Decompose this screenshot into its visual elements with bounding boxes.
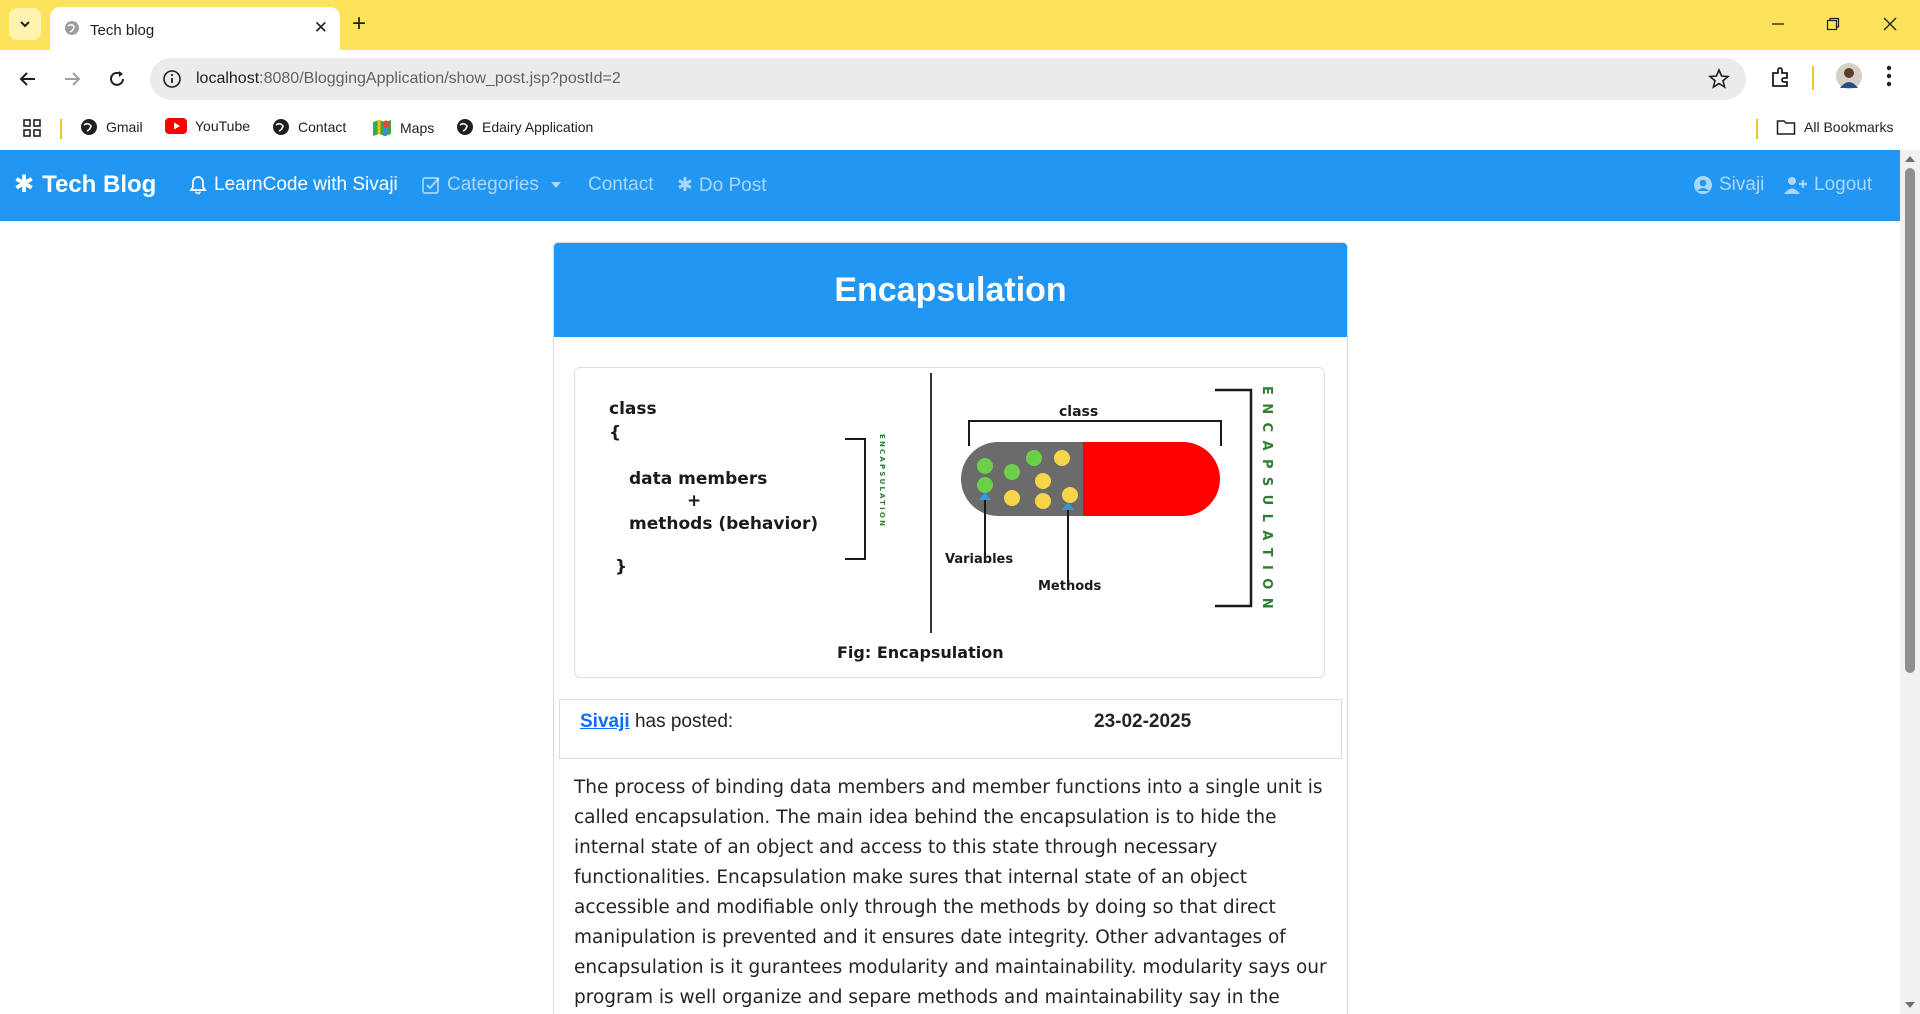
fig-code-line: + [687, 491, 701, 511]
bookmark-star-icon[interactable] [1707, 67, 1731, 95]
brand-label: Tech Blog [42, 170, 157, 198]
fig-methods-label: Methods [1038, 579, 1101, 594]
bookmark-gmail[interactable]: Gmail [80, 118, 143, 136]
all-bookmarks-label: All Bookmarks [1804, 119, 1894, 135]
globe-icon [64, 20, 80, 41]
bell-icon [189, 176, 207, 195]
fig-code-line: class [609, 399, 657, 419]
check-square-icon [422, 177, 440, 194]
nav-label: Categories [447, 174, 539, 195]
asterisk-icon: ✱ [14, 171, 35, 198]
nav-label: Contact [588, 174, 654, 195]
page-viewport: ✱ Tech Blog LearnCode with Sivaji Catego… [0, 150, 1920, 1014]
address-bar[interactable]: localhost:8080/BloggingApplication/show_… [150, 58, 1746, 100]
fig-code-line: } [615, 557, 627, 577]
nav-label: Logout [1814, 174, 1873, 195]
folder-icon [1776, 120, 1796, 135]
globe-icon [457, 119, 473, 135]
restore-icon[interactable] [1821, 12, 1845, 36]
bookmarks-divider [1756, 119, 1758, 139]
globe-icon [273, 119, 289, 135]
bookmark-edairy[interactable]: Edairy Application [456, 118, 593, 136]
fig-caption: Fig: Encapsulation [837, 643, 1004, 662]
close-window-icon[interactable] [1878, 12, 1902, 36]
chevron-down-icon [20, 21, 30, 28]
browser-tab-active[interactable]: Tech blog ✕ [50, 7, 340, 50]
bookmark-youtube[interactable]: YouTube [165, 118, 250, 134]
toolbar-divider [1812, 66, 1814, 90]
post-card: Encapsulation class { data members + met… [553, 242, 1348, 1014]
forward-icon[interactable] [58, 65, 86, 93]
user-plus-icon [1784, 177, 1807, 194]
fig-class-label: class [1059, 404, 1098, 420]
youtube-icon [165, 118, 187, 134]
tab-title: Tech blog [90, 22, 155, 39]
nav-contact[interactable]: Contact [588, 174, 653, 196]
user-circle-icon [1694, 176, 1712, 194]
posted-text: has posted: [634, 711, 734, 732]
site-info-icon[interactable] [162, 69, 182, 94]
browser-toolbar: localhost:8080/BloggingApplication/show_… [0, 50, 1920, 108]
site-navbar: ✱ Tech Blog LearnCode with Sivaji Catego… [0, 150, 1900, 221]
tab-search-button[interactable] [9, 8, 41, 40]
caret-down-icon [550, 182, 561, 188]
fig-code-line: { [609, 423, 621, 443]
post-content: The process of binding data members and … [574, 777, 1327, 1008]
post-date: 23-02-2025 [1094, 711, 1192, 732]
nav-user-profile[interactable]: Sivaji [1693, 174, 1764, 196]
reload-icon[interactable] [103, 65, 131, 93]
nav-do-post[interactable]: ✱ Do Post [677, 174, 767, 197]
bookmark-label: Edairy Application [482, 119, 594, 135]
author-link[interactable]: Sivaji [580, 711, 630, 732]
bookmark-maps[interactable]: Maps [372, 118, 434, 138]
url-text: localhost:8080/BloggingApplication/show_… [196, 70, 621, 88]
nav-label: Do Post [698, 174, 767, 196]
post-image: class { data members + methods (behavior… [574, 367, 1325, 678]
post-meta: Sivaji has posted: 23-02-2025 [559, 699, 1342, 759]
nav-logout[interactable]: Logout [1784, 174, 1872, 196]
nav-learncode[interactable]: LearnCode with Sivaji [188, 174, 398, 196]
bookmark-label: Maps [400, 120, 435, 136]
bookmarks-bar: Gmail YouTube Contact Maps Edairy Applic… [0, 108, 1920, 150]
nav-label: LearnCode with Sivaji [214, 174, 398, 195]
maps-icon [373, 120, 391, 136]
nav-categories-dropdown[interactable]: Categories [421, 174, 563, 196]
bookmark-label: Gmail [106, 119, 143, 135]
post-author-line: Sivaji has posted: [580, 711, 733, 733]
back-icon[interactable] [14, 65, 42, 93]
apps-grid-icon[interactable] [22, 118, 42, 138]
extensions-icon[interactable] [1768, 64, 1794, 95]
asterisk-icon: ✱ [677, 175, 693, 196]
globe-icon [81, 119, 97, 135]
scroll-thumb[interactable] [1905, 168, 1915, 673]
scroll-down-icon[interactable] [1900, 998, 1920, 1012]
menu-kebab-icon[interactable] [1886, 65, 1892, 92]
new-tab-button[interactable]: + [352, 11, 366, 37]
profile-avatar[interactable] [1835, 62, 1863, 95]
browser-tabstrip: Tech blog ✕ + [0, 0, 1920, 50]
all-bookmarks[interactable]: All Bookmarks [1776, 118, 1893, 136]
post-header: Encapsulation [554, 243, 1347, 337]
fig-side-label-small: ENCAPSULATION [878, 434, 886, 528]
brand-link[interactable]: ✱ Tech Blog [14, 170, 156, 199]
fig-variables-label: Variables [945, 552, 1013, 567]
minimize-icon[interactable] [1766, 12, 1790, 36]
page-scrollbar[interactable] [1900, 150, 1920, 1014]
encapsulation-diagram: class { data members + methods (behavior… [609, 373, 1274, 662]
fig-side-label-large: ENCAPSULATION [1259, 386, 1274, 617]
url-host: localhost [196, 70, 260, 87]
bookmark-label: Contact [298, 119, 347, 135]
fig-code-line: data members [629, 469, 767, 489]
nav-label: Sivaji [1719, 174, 1765, 195]
post-title: Encapsulation [834, 270, 1067, 309]
fig-code-line: methods (behavior) [629, 514, 818, 534]
bookmark-contact[interactable]: Contact [272, 118, 346, 136]
close-tab-icon[interactable]: ✕ [314, 18, 328, 38]
url-path: :8080/BloggingApplication/show_post.jsp?… [259, 70, 621, 87]
scroll-up-icon[interactable] [1900, 152, 1920, 166]
bookmarks-divider [60, 119, 62, 139]
bookmark-label: YouTube [195, 118, 251, 134]
